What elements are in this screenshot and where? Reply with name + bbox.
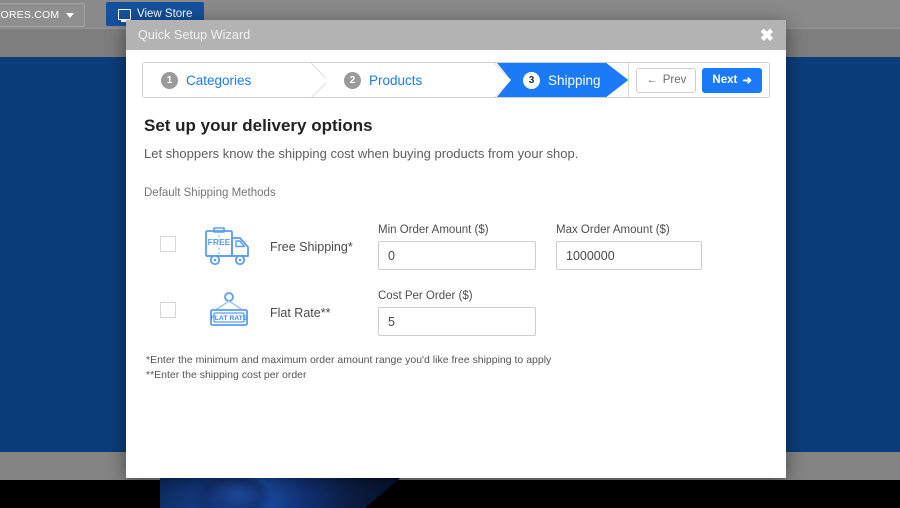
min-order-amount-label: Min Order Amount ($) <box>378 224 489 236</box>
svg-text:FREE: FREE <box>208 237 231 247</box>
step-number-badge: 3 <box>523 72 540 89</box>
step-label: Products <box>369 72 423 88</box>
wizard-step-shipping[interactable]: 3 Shipping <box>497 63 628 97</box>
prev-label: Prev <box>662 74 687 86</box>
next-label: Next <box>712 74 738 86</box>
max-order-amount-input[interactable] <box>556 241 702 270</box>
min-order-amount-field: Min Order Amount ($) <box>378 224 536 270</box>
max-order-amount-label: Max Order Amount ($) <box>556 224 670 236</box>
quick-setup-wizard-modal: Quick Setup Wizard ✖ 1 Categories 2 Prod… <box>126 20 786 478</box>
shipping-method-row: FREE Free Shipping* Min Order Amount ($)… <box>144 221 768 277</box>
prev-button[interactable]: ← Prev <box>636 67 697 93</box>
free-shipping-truck-icon: FREE <box>198 221 260 273</box>
method-name: Free Shipping* <box>270 240 353 254</box>
min-order-amount-input[interactable] <box>378 241 536 270</box>
step-label: Categories <box>186 72 252 88</box>
arrow-left-icon: ← <box>646 74 658 86</box>
method-name: Flat Rate** <box>270 306 331 320</box>
shipping-method-row: FLAT RATE Flat Rate** Cost Per Order ($) <box>144 287 768 343</box>
flat-rate-sign-icon: FLAT RATE <box>198 287 260 339</box>
wizard-content: Set up your delivery options Let shopper… <box>142 98 770 383</box>
modal-body: 1 Categories 2 Products 3 Shipping ← Pre… <box>126 50 786 383</box>
monitor-icon <box>118 8 131 22</box>
modal-header: Quick Setup Wizard ✖ <box>126 20 786 50</box>
arrow-right-icon: ➜ <box>742 75 752 87</box>
flat-rate-checkbox[interactable] <box>160 302 176 318</box>
footnotes: *Enter the minimum and maximum order amo… <box>146 353 768 383</box>
account-domain-label: …CARTSTORES.COM <box>0 9 60 21</box>
cost-per-order-input[interactable] <box>378 307 536 336</box>
free-shipping-checkbox[interactable] <box>160 236 176 252</box>
step-number-badge: 2 <box>344 71 361 89</box>
modal-title: Quick Setup Wizard <box>138 28 251 42</box>
cost-per-order-label: Cost Per Order ($) <box>378 290 473 302</box>
account-domain-menu[interactable]: …CARTSTORES.COM <box>0 3 86 27</box>
wizard-step-bar: 1 Categories 2 Products 3 Shipping ← Pre… <box>142 62 770 98</box>
step-label: Shipping <box>548 72 601 88</box>
cost-per-order-field: Cost Per Order ($) <box>378 290 536 336</box>
chevron-down-icon <box>66 12 75 18</box>
svg-text:FLAT RATE: FLAT RATE <box>211 315 248 322</box>
wizard-step-categories[interactable]: 1 Categories <box>143 63 326 97</box>
page-subtitle: Let shoppers know the shipping cost when… <box>144 146 579 161</box>
max-order-amount-field: Max Order Amount ($) <box>556 224 702 270</box>
footnote-flat-rate: **Enter the shipping cost per order <box>146 369 307 382</box>
view-store-label: View Store <box>137 8 193 20</box>
next-button[interactable]: Next ➜ <box>702 67 762 93</box>
close-icon[interactable]: ✖ <box>756 27 778 44</box>
footnote-free-shipping: *Enter the minimum and maximum order amo… <box>146 354 552 366</box>
step-separator-icon <box>309 63 327 97</box>
page-title: Set up your delivery options <box>144 116 373 135</box>
wizard-steps: 1 Categories 2 Products 3 Shipping <box>143 63 628 97</box>
wizard-navigation: ← Prev Next ➜ <box>628 63 769 97</box>
wizard-step-products[interactable]: 2 Products <box>326 63 509 97</box>
step-number-badge: 1 <box>161 71 178 89</box>
section-label: Default Shipping Methods <box>144 187 276 199</box>
